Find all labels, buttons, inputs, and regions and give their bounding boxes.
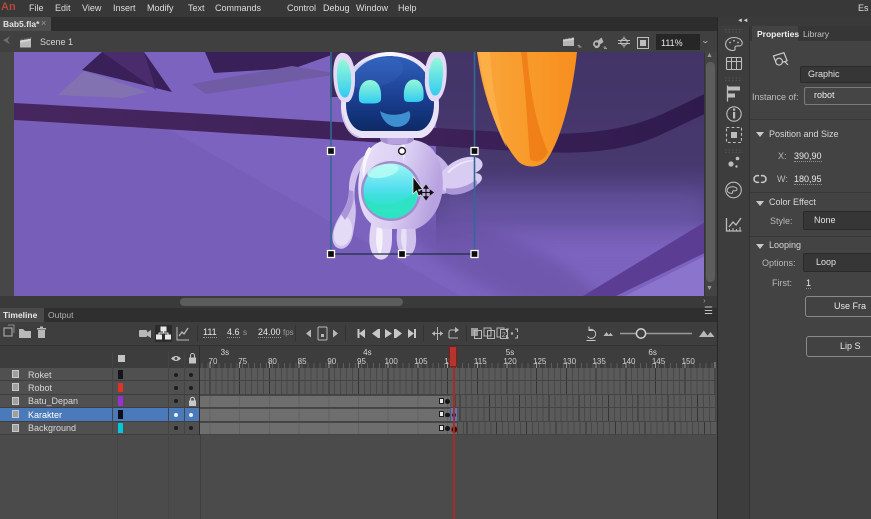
svg-text:2: 2 xyxy=(502,332,506,339)
